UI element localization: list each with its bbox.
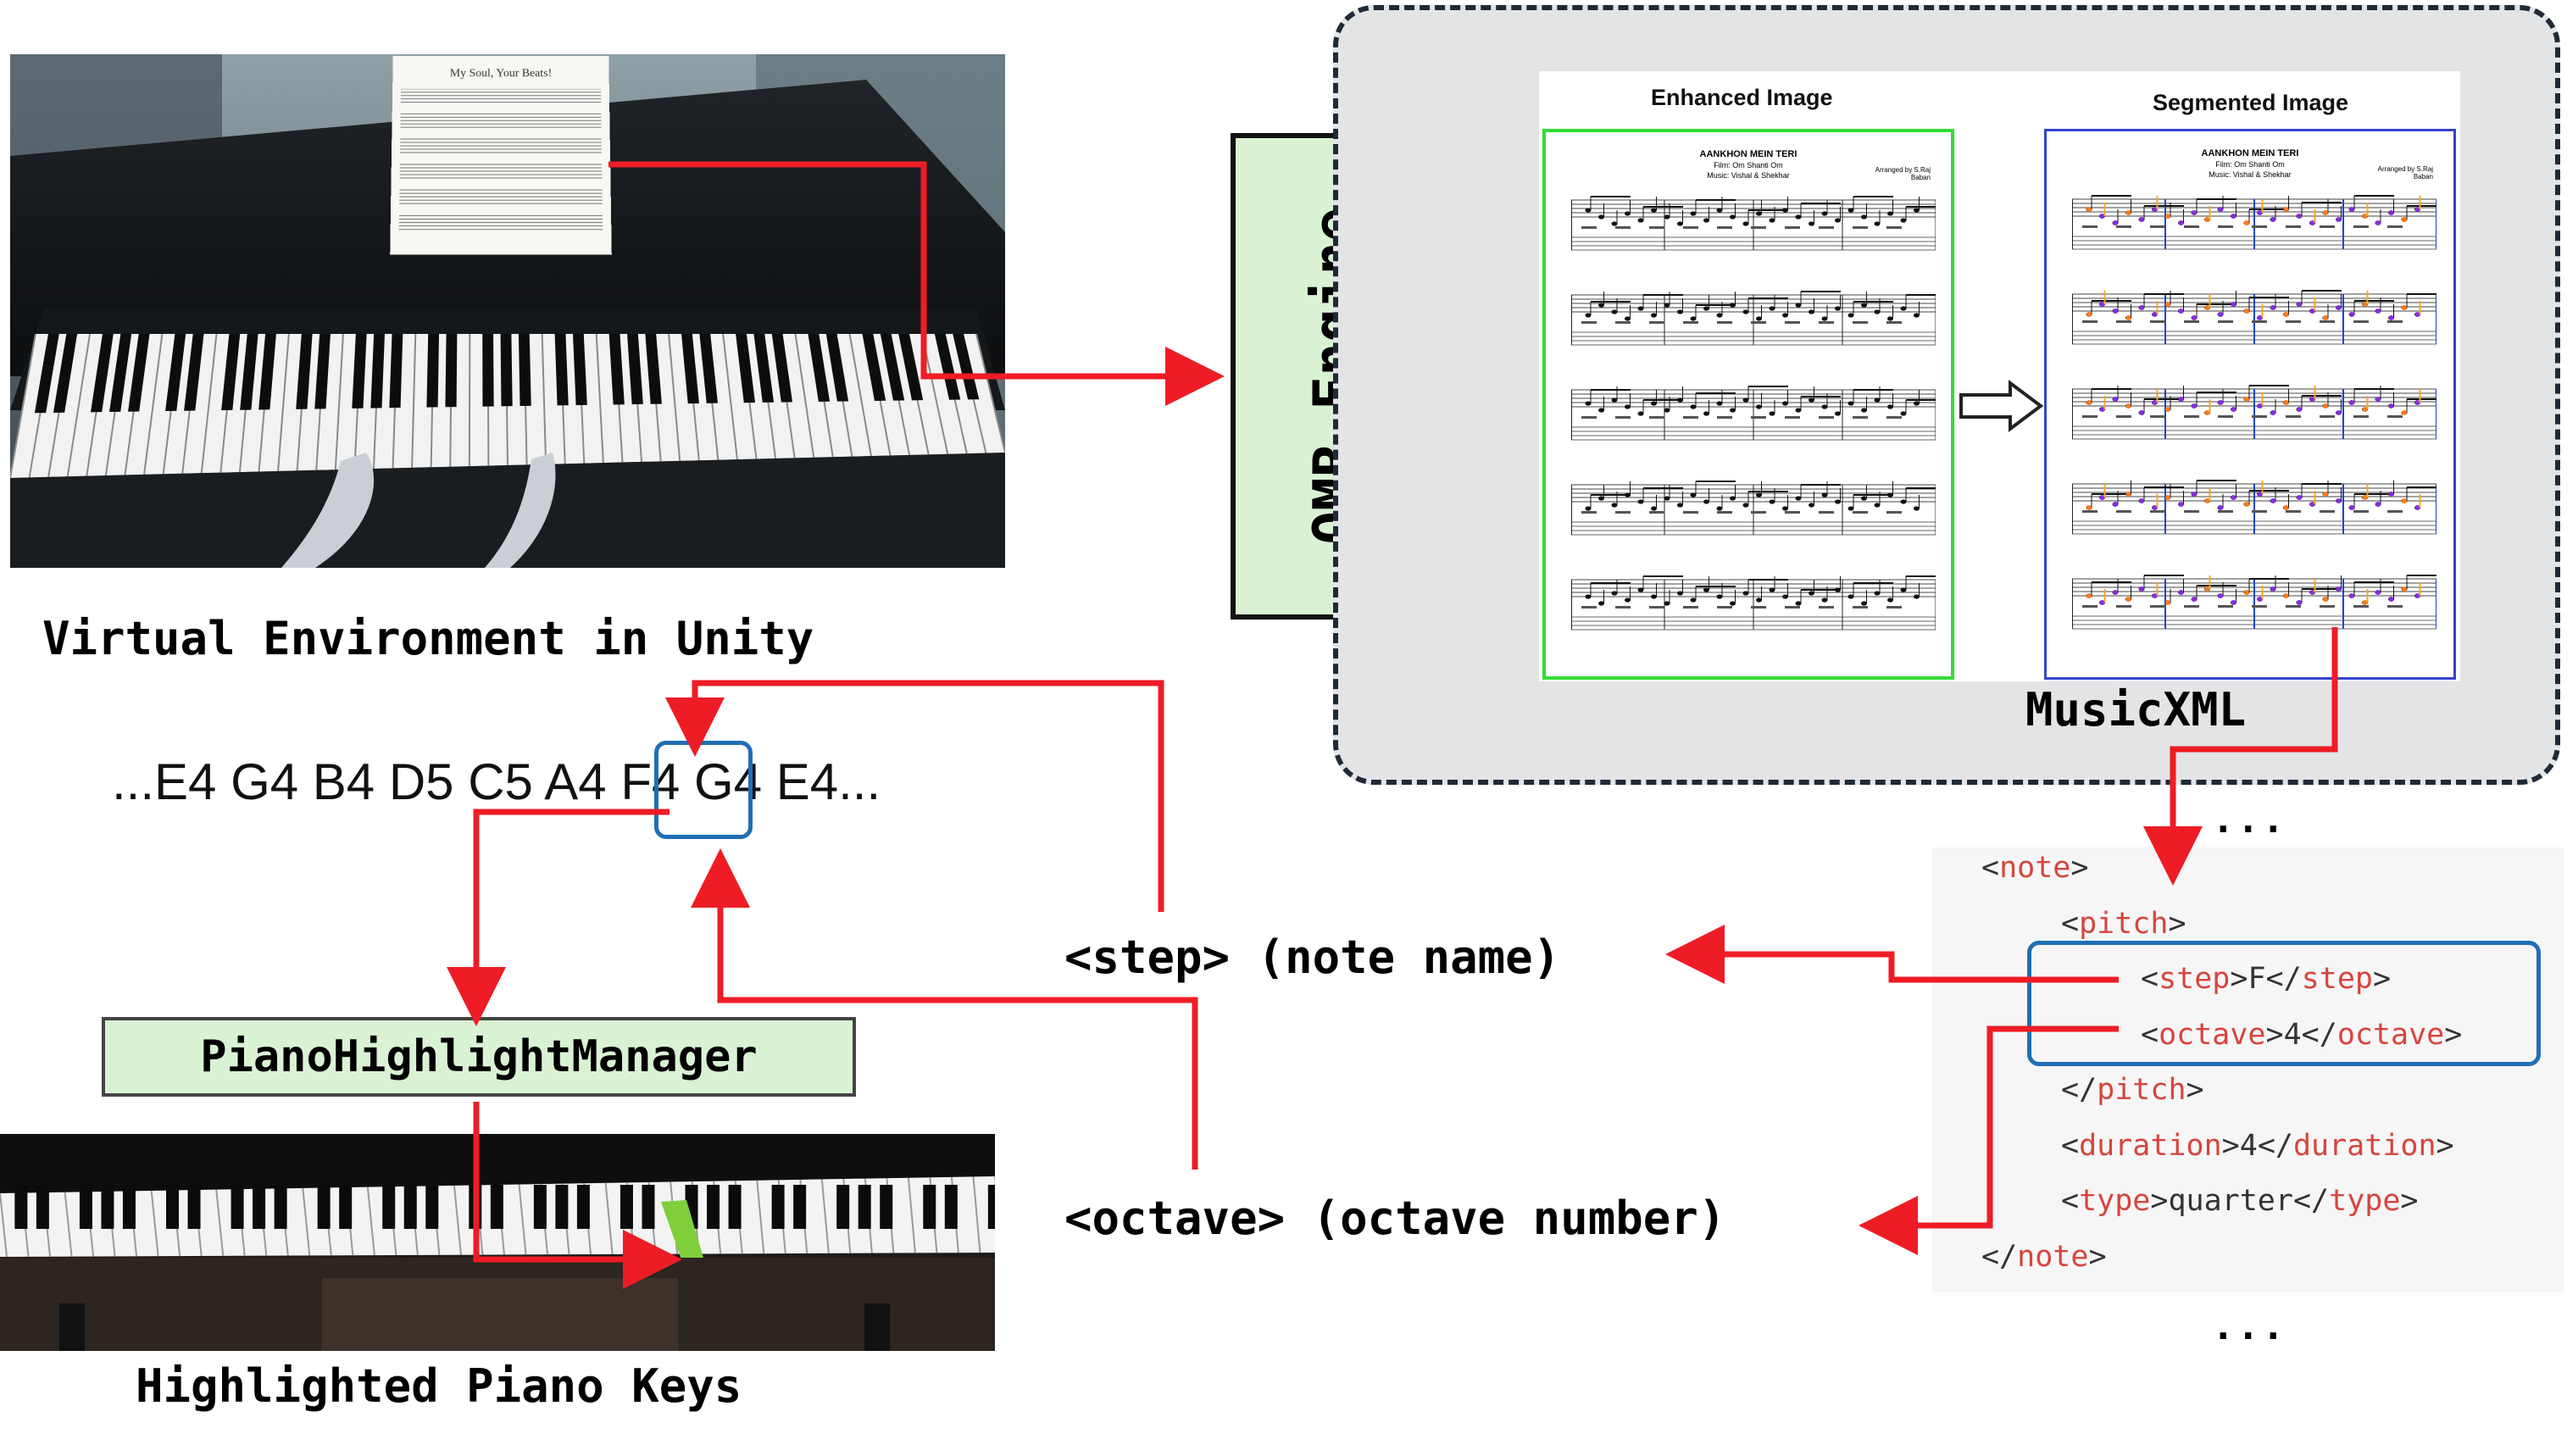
arrow-sheet-to-omr bbox=[608, 161, 1225, 406]
arrow-octave-to-label bbox=[1859, 1025, 2119, 1255]
arrow-step-to-label bbox=[1665, 925, 2119, 984]
arrow-step-to-note bbox=[665, 680, 1164, 912]
arrow-musicxml-to-xml bbox=[2143, 627, 2338, 886]
arrow-manager-to-keys bbox=[473, 1102, 682, 1289]
arrow-note-to-manager bbox=[447, 809, 670, 1026]
arrows-overlay bbox=[447, 161, 2338, 1289]
arrow-octave-to-note bbox=[691, 848, 1198, 1170]
